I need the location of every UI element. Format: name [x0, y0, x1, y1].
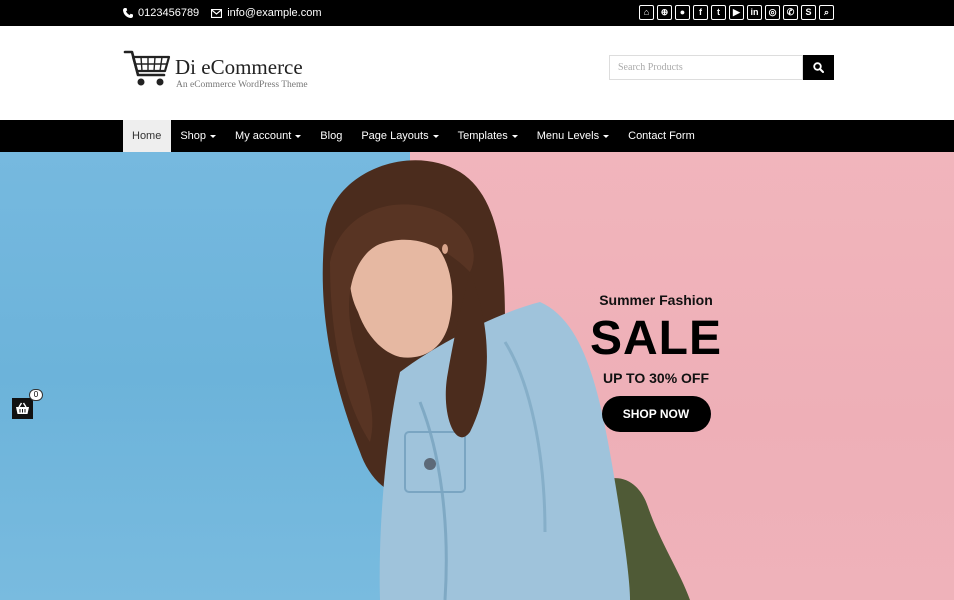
nav-item-label: Templates [457, 130, 508, 142]
nav-menu: Home Shop My account Blog Page Layouts Templa… [123, 120, 705, 152]
search-button[interactable] [803, 55, 834, 80]
email-contact[interactable]: info@example.com [211, 7, 322, 19]
caret-down-icon [603, 134, 610, 138]
nav-item-label: Shop [180, 130, 207, 142]
phone-number: 0123456789 [138, 7, 200, 19]
shopping-bag-icon[interactable]: ⌂ [639, 5, 654, 20]
search-icon [813, 62, 824, 73]
site-title: Di eCommerce [175, 55, 303, 79]
phone-contact[interactable]: 0123456789 [123, 7, 199, 19]
site-header: Di eCommerce An eCommerce WordPress Them… [0, 26, 954, 120]
caret-down-icon [210, 134, 217, 138]
nav-item-page-layouts[interactable]: Page Layouts [352, 120, 448, 152]
site-logo[interactable]: Di eCommerce An eCommerce WordPress Them… [123, 49, 308, 90]
facebook-icon[interactable]: f [693, 5, 708, 20]
youtube-icon[interactable]: ▶ [729, 5, 744, 20]
nav-item-contact-form[interactable]: Contact Form [619, 120, 705, 152]
contact-info: 0123456789 info@example.com [123, 0, 334, 26]
search-icon[interactable]: ⌕ [819, 5, 834, 20]
main-navigation: Home Shop My account Blog Page Layouts Templa… [0, 120, 954, 152]
basket-icon [16, 402, 29, 414]
nav-item-menu-levels[interactable]: Menu Levels [528, 120, 619, 152]
nav-item-label: Contact Form [628, 130, 695, 142]
nav-item-templates[interactable]: Templates [449, 120, 528, 152]
promo-panel: Summer Fashion SALE UP TO 30% OFF SHOP N… [560, 292, 752, 433]
caret-down-icon [295, 134, 302, 138]
product-search [609, 55, 834, 80]
hero-model-image [322, 160, 690, 600]
nav-item-my-account[interactable]: My account [226, 120, 311, 152]
hero-banner: Summer Fashion SALE UP TO 30% OFF SHOP N… [0, 152, 954, 600]
search-input[interactable] [609, 55, 803, 80]
cart-icon[interactable]: ⊕ [657, 5, 672, 20]
promo-headline: SALE [589, 312, 722, 365]
social-icons: ⌂ ⊕ ● f t ▶ in ◎ ✆ S ⌕ [639, 5, 834, 20]
instagram-icon[interactable]: ◎ [765, 5, 780, 20]
whatsapp-icon[interactable]: ✆ [783, 5, 798, 20]
caret-down-icon [511, 134, 518, 138]
nav-item-shop[interactable]: Shop [171, 120, 226, 152]
floating-cart-button[interactable] [12, 398, 33, 419]
nav-item-label: My account [235, 130, 292, 142]
shop-now-button[interactable]: SHOP NOW [601, 396, 711, 433]
nav-item-home[interactable]: Home [123, 120, 172, 152]
nav-item-label: Menu Levels [536, 130, 600, 142]
promo-subtitle: Summer Fashion [599, 292, 713, 308]
user-icon[interactable]: ● [675, 5, 690, 20]
linkedin-icon[interactable]: in [747, 5, 762, 20]
cart-count-badge: 0 [29, 389, 43, 401]
brand-text: Di eCommerce An eCommerce WordPress Them… [175, 49, 308, 91]
site-tagline: An eCommerce WordPress Theme [176, 80, 308, 90]
phone-icon [123, 8, 133, 18]
promo-offer: UP TO 30% OFF [602, 370, 710, 387]
shopping-cart-logo-icon [123, 50, 171, 86]
nav-item-label: Home [132, 130, 162, 142]
nav-item-blog[interactable]: Blog [311, 120, 352, 152]
email-address: info@example.com [227, 7, 322, 19]
nav-item-label: Page Layouts [361, 130, 429, 142]
envelope-icon [211, 8, 223, 18]
caret-down-icon [432, 134, 439, 138]
nav-item-label: Blog [320, 130, 343, 142]
twitter-icon[interactable]: t [711, 5, 726, 20]
top-bar: 0123456789 info@example.com ⌂ ⊕ ● f t ▶ in ◎ ✆ S ⌕ [0, 0, 954, 26]
skype-icon[interactable]: S [801, 5, 816, 20]
